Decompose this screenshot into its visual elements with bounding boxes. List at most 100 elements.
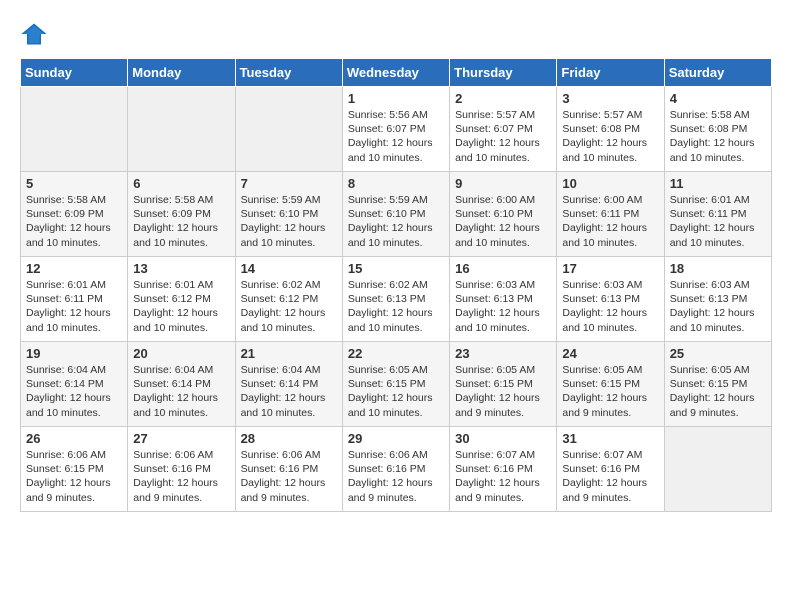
day-info: Sunrise: 6:05 AM Sunset: 6:15 PM Dayligh… <box>455 363 551 420</box>
calendar-day-cell: 28 Sunrise: 6:06 AM Sunset: 6:16 PM Dayli… <box>235 427 342 512</box>
calendar-day-cell: 1 Sunrise: 5:56 AM Sunset: 6:07 PM Daylig… <box>342 87 449 172</box>
calendar-day-cell: 23 Sunrise: 6:05 AM Sunset: 6:15 PM Dayli… <box>450 342 557 427</box>
day-info: Sunrise: 6:04 AM Sunset: 6:14 PM Dayligh… <box>241 363 337 420</box>
day-number: 15 <box>348 261 444 276</box>
calendar-day-cell: 18 Sunrise: 6:03 AM Sunset: 6:13 PM Dayli… <box>664 257 771 342</box>
day-info: Sunrise: 6:06 AM Sunset: 6:16 PM Dayligh… <box>133 448 229 505</box>
day-info: Sunrise: 6:04 AM Sunset: 6:14 PM Dayligh… <box>26 363 122 420</box>
day-of-week-header: Sunday <box>21 59 128 87</box>
day-number: 7 <box>241 176 337 191</box>
calendar-day-cell: 5Sunrise: 5:58 AM Sunset: 6:09 PM Daylig… <box>21 172 128 257</box>
day-info: Sunrise: 6:01 AM Sunset: 6:12 PM Dayligh… <box>133 278 229 335</box>
day-info: Sunrise: 5:56 AM Sunset: 6:07 PM Dayligh… <box>348 108 444 165</box>
day-number: 2 <box>455 91 551 106</box>
calendar-day-cell: 30Sunrise: 6:07 AM Sunset: 6:16 PM Dayli… <box>450 427 557 512</box>
day-number: 20 <box>133 346 229 361</box>
calendar-day-cell: 15 Sunrise: 6:02 AM Sunset: 6:13 PM Dayli… <box>342 257 449 342</box>
calendar-day-cell: 9 Sunrise: 6:00 AM Sunset: 6:10 PM Daylig… <box>450 172 557 257</box>
day-number: 24 <box>562 346 658 361</box>
calendar-day-cell: 16 Sunrise: 6:03 AM Sunset: 6:13 PM Dayli… <box>450 257 557 342</box>
day-number: 12 <box>26 261 122 276</box>
logo <box>20 20 54 48</box>
day-number: 27 <box>133 431 229 446</box>
calendar-day-cell: 8 Sunrise: 5:59 AM Sunset: 6:10 PM Daylig… <box>342 172 449 257</box>
day-info: Sunrise: 5:57 AM Sunset: 6:07 PM Dayligh… <box>455 108 551 165</box>
day-number: 25 <box>670 346 766 361</box>
day-number: 11 <box>670 176 766 191</box>
calendar-day-cell: 13 Sunrise: 6:01 AM Sunset: 6:12 PM Dayli… <box>128 257 235 342</box>
calendar-day-cell: 26Sunrise: 6:06 AM Sunset: 6:15 PM Dayli… <box>21 427 128 512</box>
day-number: 30 <box>455 431 551 446</box>
calendar-day-cell: 29Sunrise: 6:06 AM Sunset: 6:16 PM Dayli… <box>342 427 449 512</box>
day-info: Sunrise: 5:58 AM Sunset: 6:08 PM Dayligh… <box>670 108 766 165</box>
day-number: 9 <box>455 176 551 191</box>
calendar-day-cell <box>21 87 128 172</box>
calendar-day-cell: 31 Sunrise: 6:07 AM Sunset: 6:16 PM Dayli… <box>557 427 664 512</box>
day-number: 31 <box>562 431 658 446</box>
day-number: 29 <box>348 431 444 446</box>
day-of-week-header: Wednesday <box>342 59 449 87</box>
day-info: Sunrise: 5:58 AM Sunset: 6:09 PM Dayligh… <box>26 193 122 250</box>
day-info: Sunrise: 6:07 AM Sunset: 6:16 PM Dayligh… <box>562 448 658 505</box>
day-info: Sunrise: 6:02 AM Sunset: 6:12 PM Dayligh… <box>241 278 337 335</box>
calendar-day-cell: 4 Sunrise: 5:58 AM Sunset: 6:08 PM Daylig… <box>664 87 771 172</box>
day-info: Sunrise: 6:00 AM Sunset: 6:10 PM Dayligh… <box>455 193 551 250</box>
day-number: 1 <box>348 91 444 106</box>
calendar-day-cell: 24 Sunrise: 6:05 AM Sunset: 6:15 PM Dayli… <box>557 342 664 427</box>
calendar-day-cell: 17 Sunrise: 6:03 AM Sunset: 6:13 PM Dayli… <box>557 257 664 342</box>
day-number: 14 <box>241 261 337 276</box>
day-number: 6 <box>133 176 229 191</box>
day-info: Sunrise: 6:05 AM Sunset: 6:15 PM Dayligh… <box>348 363 444 420</box>
calendar-day-cell: 2 Sunrise: 5:57 AM Sunset: 6:07 PM Daylig… <box>450 87 557 172</box>
day-number: 19 <box>26 346 122 361</box>
day-of-week-header: Monday <box>128 59 235 87</box>
day-info: Sunrise: 6:02 AM Sunset: 6:13 PM Dayligh… <box>348 278 444 335</box>
calendar-week-row: 19 Sunrise: 6:04 AM Sunset: 6:14 PM Dayli… <box>21 342 772 427</box>
calendar-day-cell: 7 Sunrise: 5:59 AM Sunset: 6:10 PM Daylig… <box>235 172 342 257</box>
day-info: Sunrise: 5:59 AM Sunset: 6:10 PM Dayligh… <box>241 193 337 250</box>
calendar-day-cell: 14 Sunrise: 6:02 AM Sunset: 6:12 PM Dayli… <box>235 257 342 342</box>
calendar-day-cell: 19 Sunrise: 6:04 AM Sunset: 6:14 PM Dayli… <box>21 342 128 427</box>
calendar-day-cell: 3Sunrise: 5:57 AM Sunset: 6:08 PM Daylig… <box>557 87 664 172</box>
day-info: Sunrise: 6:05 AM Sunset: 6:15 PM Dayligh… <box>562 363 658 420</box>
calendar-day-cell: 21 Sunrise: 6:04 AM Sunset: 6:14 PM Dayli… <box>235 342 342 427</box>
calendar-week-row: 26Sunrise: 6:06 AM Sunset: 6:15 PM Dayli… <box>21 427 772 512</box>
day-number: 10 <box>562 176 658 191</box>
day-info: Sunrise: 5:57 AM Sunset: 6:08 PM Dayligh… <box>562 108 658 165</box>
calendar-day-cell: 22 Sunrise: 6:05 AM Sunset: 6:15 PM Dayli… <box>342 342 449 427</box>
day-number: 23 <box>455 346 551 361</box>
day-info: Sunrise: 6:03 AM Sunset: 6:13 PM Dayligh… <box>562 278 658 335</box>
day-info: Sunrise: 5:59 AM Sunset: 6:10 PM Dayligh… <box>348 193 444 250</box>
day-number: 17 <box>562 261 658 276</box>
day-number: 28 <box>241 431 337 446</box>
calendar-table: SundayMondayTuesdayWednesdayThursdayFrid… <box>20 58 772 512</box>
day-of-week-header: Thursday <box>450 59 557 87</box>
day-info: Sunrise: 6:06 AM Sunset: 6:16 PM Dayligh… <box>241 448 337 505</box>
day-number: 16 <box>455 261 551 276</box>
day-of-week-header: Saturday <box>664 59 771 87</box>
day-number: 22 <box>348 346 444 361</box>
logo-icon <box>20 20 48 48</box>
day-number: 18 <box>670 261 766 276</box>
day-info: Sunrise: 6:00 AM Sunset: 6:11 PM Dayligh… <box>562 193 658 250</box>
calendar-day-cell <box>235 87 342 172</box>
day-of-week-header: Friday <box>557 59 664 87</box>
calendar-week-row: 1 Sunrise: 5:56 AM Sunset: 6:07 PM Daylig… <box>21 87 772 172</box>
page-header <box>20 20 772 48</box>
day-of-week-header: Tuesday <box>235 59 342 87</box>
day-info: Sunrise: 6:03 AM Sunset: 6:13 PM Dayligh… <box>670 278 766 335</box>
day-info: Sunrise: 6:03 AM Sunset: 6:13 PM Dayligh… <box>455 278 551 335</box>
calendar-week-row: 12Sunrise: 6:01 AM Sunset: 6:11 PM Dayli… <box>21 257 772 342</box>
day-number: 26 <box>26 431 122 446</box>
calendar-day-cell: 25 Sunrise: 6:05 AM Sunset: 6:15 PM Dayli… <box>664 342 771 427</box>
day-number: 21 <box>241 346 337 361</box>
day-number: 13 <box>133 261 229 276</box>
calendar-day-cell: 20Sunrise: 6:04 AM Sunset: 6:14 PM Dayli… <box>128 342 235 427</box>
calendar-day-cell: 27 Sunrise: 6:06 AM Sunset: 6:16 PM Dayli… <box>128 427 235 512</box>
day-number: 4 <box>670 91 766 106</box>
calendar-day-cell <box>664 427 771 512</box>
day-info: Sunrise: 6:05 AM Sunset: 6:15 PM Dayligh… <box>670 363 766 420</box>
calendar-day-cell: 6Sunrise: 5:58 AM Sunset: 6:09 PM Daylig… <box>128 172 235 257</box>
calendar-week-row: 5Sunrise: 5:58 AM Sunset: 6:09 PM Daylig… <box>21 172 772 257</box>
day-number: 8 <box>348 176 444 191</box>
